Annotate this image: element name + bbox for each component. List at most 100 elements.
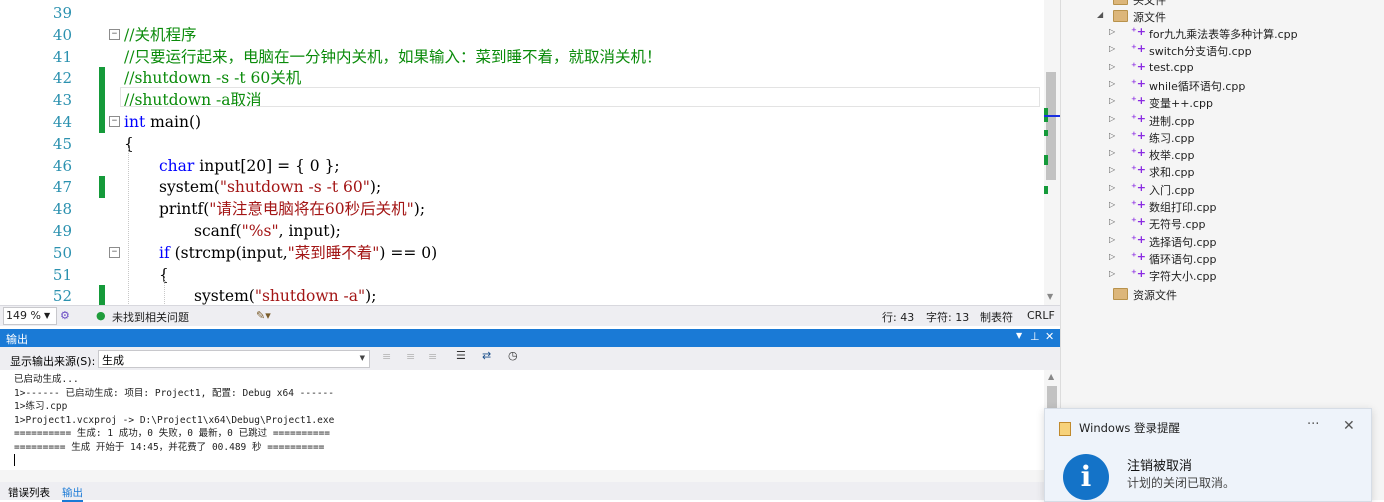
cpp-file-icon: ⁺+ xyxy=(1131,146,1147,160)
collapsed-triangle-icon[interactable]: ▷ xyxy=(1109,148,1115,157)
collapsed-triangle-icon[interactable]: ▷ xyxy=(1109,183,1115,192)
code-token: if xyxy=(159,243,170,262)
collapsed-triangle-icon[interactable]: ▷ xyxy=(1109,131,1115,140)
collapsed-triangle-icon[interactable]: ▷ xyxy=(1109,96,1115,105)
output-line: 1>练习.cpp xyxy=(14,401,68,412)
cpp-file-icon: ⁺+ xyxy=(1131,59,1147,73)
collapsed-triangle-icon[interactable]: ▷ xyxy=(1109,62,1115,71)
collapsed-triangle-icon[interactable]: ▷ xyxy=(1109,217,1115,226)
code-line[interactable]: 45{ xyxy=(0,133,1044,155)
code-line[interactable]: 50 − if (strcmp(input,"菜到睡不着") == 0) xyxy=(0,242,1044,264)
collapsed-triangle-icon[interactable]: ▷ xyxy=(1109,269,1115,278)
file-label: 求和.cpp xyxy=(1149,166,1195,180)
cpp-file-icon: ⁺+ xyxy=(1131,163,1147,177)
line-number: 51 xyxy=(52,265,72,284)
collapsed-triangle-icon[interactable]: ▷ xyxy=(1109,44,1115,53)
pin-icon[interactable]: ⊥ xyxy=(1030,330,1040,343)
tab-error-list[interactable]: 错误列表 xyxy=(8,485,50,500)
cpp-file-icon: ⁺+ xyxy=(1131,42,1147,56)
code-text: //只要运行起来，电脑在一分钟内关机，如果输入：菜到睡不着，就取消关机！ xyxy=(124,46,661,68)
close-icon[interactable]: ✕ xyxy=(1045,330,1054,343)
collapsed-triangle-icon[interactable]: ▷ xyxy=(1109,165,1115,174)
scroll-cursor-marker xyxy=(1044,115,1060,117)
change-indicator xyxy=(99,89,105,112)
code-token: int xyxy=(124,113,146,131)
fold-toggle-icon[interactable]: − xyxy=(109,28,120,40)
file-label: 进制.cpp xyxy=(1149,114,1195,128)
source-select[interactable]: 生成 ▼ xyxy=(98,350,370,368)
code-token: main() xyxy=(145,113,202,131)
code-line[interactable]: 40 −//关机程序 xyxy=(0,24,1044,46)
output-text-area[interactable]: 已启动生成... 1>------ 已启动生成: 项目: Project1, 配置… xyxy=(0,370,1044,470)
dropdown-icon[interactable]: ▼ xyxy=(1016,331,1022,340)
zoom-level[interactable]: 149 % xyxy=(6,309,41,322)
more-options-icon[interactable]: ··· xyxy=(1307,417,1319,432)
issues-status[interactable]: 未找到相关问题 xyxy=(112,309,189,325)
indent-guide xyxy=(164,278,165,305)
line-number: 42 xyxy=(52,69,72,88)
eol-indicator[interactable]: CRLF xyxy=(1027,309,1055,322)
line-number: 39 xyxy=(52,4,72,22)
collapsed-triangle-icon[interactable]: ▷ xyxy=(1109,79,1115,88)
intellisense-icon[interactable]: ⚙ xyxy=(60,309,70,322)
brush-icon[interactable]: ✎▾ xyxy=(256,309,271,322)
code-line[interactable]: 48 printf("请注意电脑将在60秒后关机"); xyxy=(0,198,1044,220)
code-line[interactable]: 52 system("shutdown -a"); xyxy=(0,285,1044,305)
toast-body: 计划的关闭已取消。 xyxy=(1127,476,1236,490)
char-indicator[interactable]: 字符: 13 xyxy=(926,309,969,325)
code-line[interactable]: 44 − int main() xyxy=(0,111,1044,133)
cpp-file-icon: ⁺+ xyxy=(1131,111,1147,125)
collapsed-triangle-icon[interactable]: ▷ xyxy=(1109,114,1115,123)
code-token: "菜到睡不着" xyxy=(287,243,380,262)
file-label: 枚举.cpp xyxy=(1149,149,1195,163)
scroll-down-icon[interactable]: ▼ xyxy=(1047,292,1053,301)
collapsed-triangle-icon[interactable]: ▷ xyxy=(1109,252,1115,261)
close-icon[interactable]: ✕ xyxy=(1343,418,1355,434)
find-last-icon[interactable]: ≡ xyxy=(428,350,437,363)
fold-toggle-icon[interactable]: − xyxy=(109,246,120,258)
expanded-triangle-icon[interactable]: ◢ xyxy=(1097,10,1103,19)
code-token: ); xyxy=(365,287,377,305)
editor-status-bar: 149 % ▼ ⚙ ● 未找到相关问题 ✎▾ 行: 43 字符: 13 制表符 … xyxy=(0,305,1060,326)
find-previous-icon[interactable]: ≡ xyxy=(382,350,391,363)
code-token: input[20] = { 0 }; xyxy=(194,156,340,175)
collapsed-triangle-icon[interactable]: ▷ xyxy=(1109,235,1115,244)
code-text: int main() xyxy=(124,111,201,133)
code-line[interactable]: 39 xyxy=(0,2,1044,24)
collapsed-triangle-icon[interactable]: ▷ xyxy=(1109,27,1115,36)
code-token: , input); xyxy=(278,222,341,240)
code-editor[interactable]: 39 40−//关机程序 41 //只要运行起来，电脑在一分钟内关机，如果输入：菜到睡… xyxy=(0,0,1060,305)
file-label: switch分支语句.cpp xyxy=(1149,45,1252,59)
chevron-down-icon[interactable]: ▼ xyxy=(360,354,365,362)
file-label: for九九乘法表等多种计算.cpp xyxy=(1149,28,1298,41)
tab-output[interactable]: 输出 xyxy=(62,485,83,502)
code-line[interactable]: 51{ xyxy=(0,264,1044,286)
clear-all-icon[interactable]: ☰ xyxy=(456,349,466,362)
notification-toast[interactable]: Windows 登录提醒 ··· ✕ i 注销被取消 计划的关闭已取消。 xyxy=(1044,408,1372,502)
horizontal-scrollbar[interactable] xyxy=(0,470,1060,482)
output-panel-title-bar: 输出 ▼ ⊥ ✕ xyxy=(0,329,1060,347)
code-line[interactable]: 46 char input[20] = { 0 }; xyxy=(0,155,1044,177)
cpp-file-icon: ⁺+ xyxy=(1131,76,1147,90)
collapsed-triangle-icon[interactable]: ▷ xyxy=(1109,200,1115,209)
word-wrap-icon[interactable]: ⇄ xyxy=(482,349,491,362)
code-line[interactable]: 47 system("shutdown -s -t 60"); xyxy=(0,176,1044,199)
tabs-indicator[interactable]: 制表符 xyxy=(980,309,1013,325)
cpp-file-icon: ⁺+ xyxy=(1131,249,1147,263)
code-line[interactable]: 49 scanf("%s", input); xyxy=(0,220,1044,242)
change-marker xyxy=(1044,130,1048,136)
file-label: 数组打印.cpp xyxy=(1149,201,1217,214)
code-line[interactable]: 41 //只要运行起来，电脑在一分钟内关机，如果输入：菜到睡不着，就取消关机！ xyxy=(0,46,1044,68)
line-number: 41 xyxy=(52,47,72,66)
scroll-up-icon[interactable]: ▲ xyxy=(1048,372,1054,381)
line-indicator[interactable]: 行: 43 xyxy=(882,309,914,325)
find-next-icon[interactable]: ≡ xyxy=(406,350,415,363)
code-text: system("shutdown -s -t 60"); xyxy=(159,176,381,198)
fold-toggle-icon[interactable]: − xyxy=(109,116,120,127)
file-label: 练习.cpp xyxy=(1149,131,1195,145)
line-number: 50 xyxy=(52,243,72,262)
line-number: 47 xyxy=(52,178,72,197)
clock-icon[interactable]: ◷ xyxy=(508,349,518,362)
chevron-down-icon[interactable]: ▼ xyxy=(44,311,50,320)
cpp-file-icon: ⁺+ xyxy=(1131,128,1147,142)
